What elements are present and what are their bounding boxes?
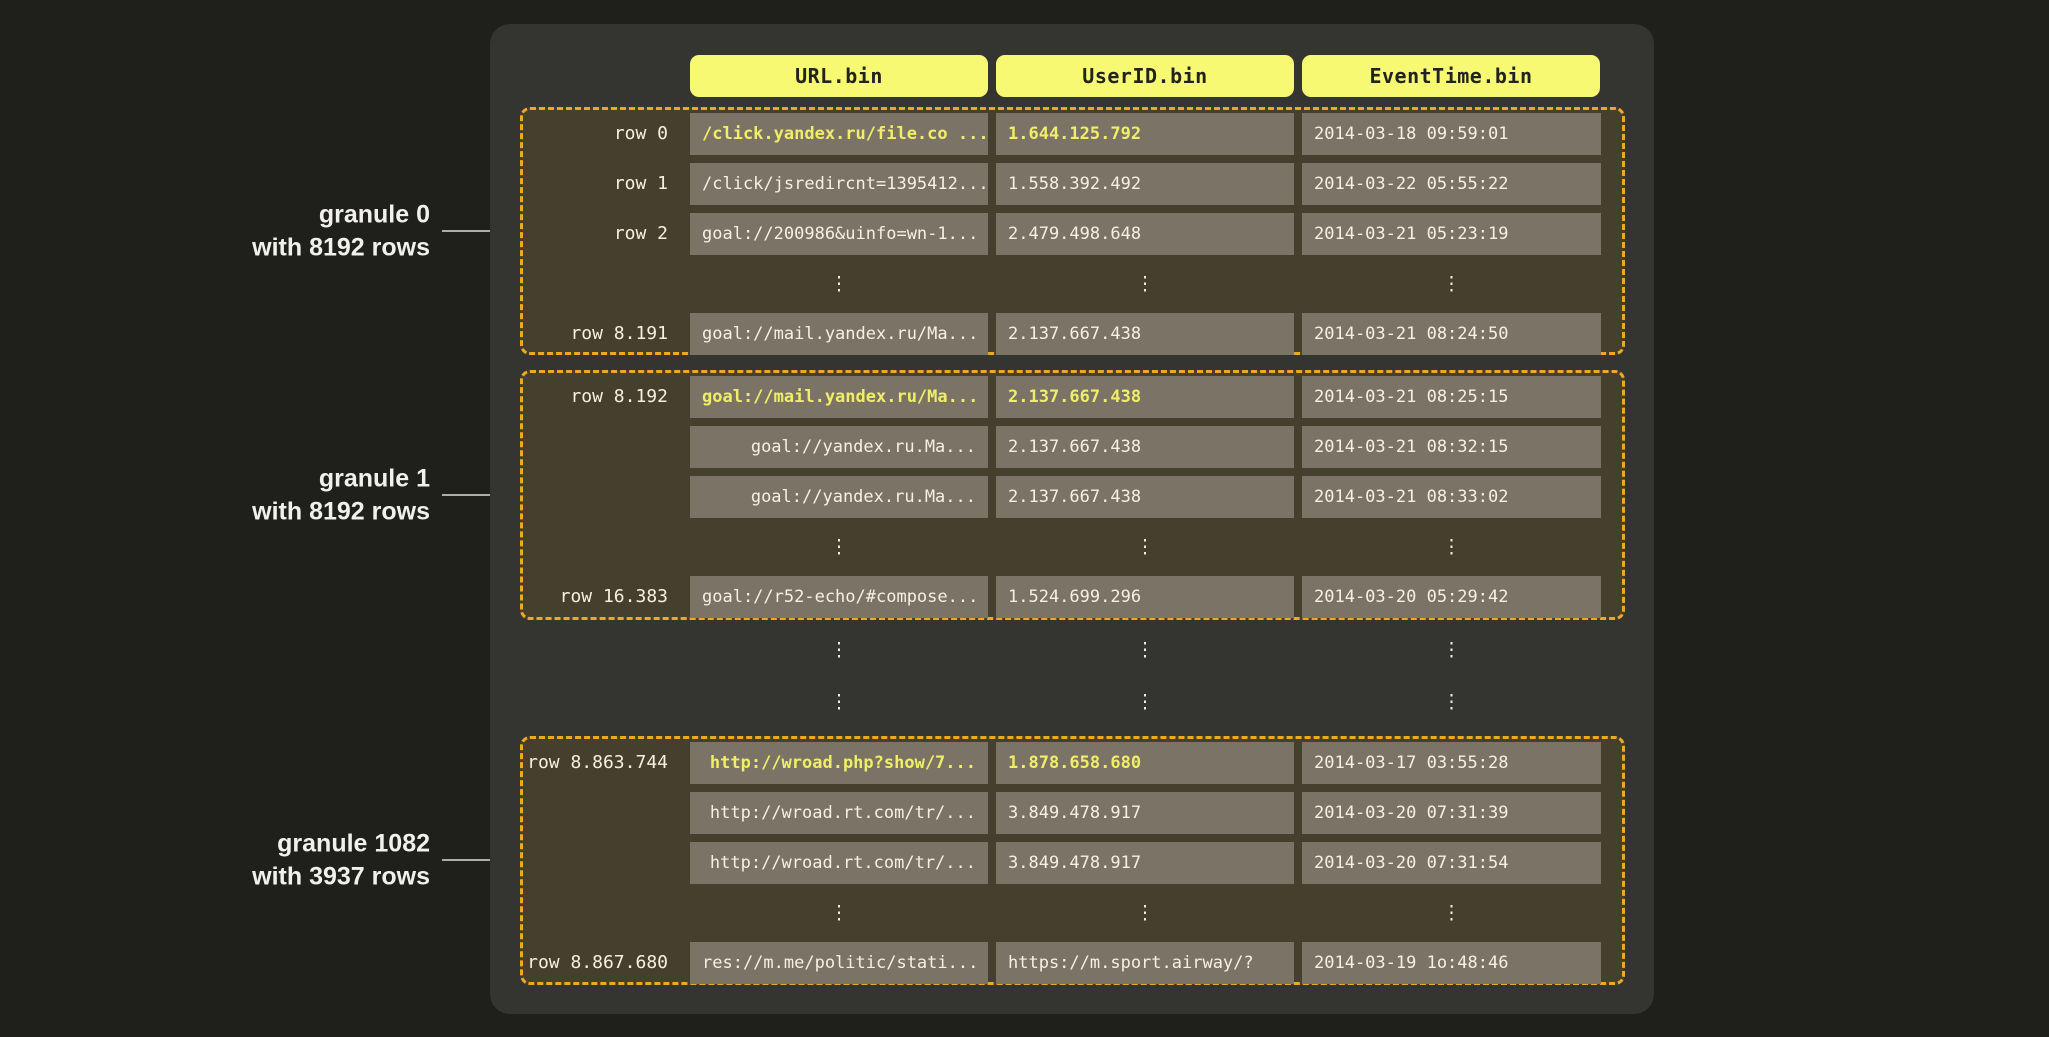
eventtime-cell: 2014-03-19 1o:48:46 [1302, 942, 1601, 984]
eventtime-cell: 2014-03-22 05:55:22 [1302, 163, 1601, 205]
ellipsis-icon: ⋮ [996, 526, 1294, 568]
eventtime-cell: 2014-03-20 07:31:54 [1302, 842, 1601, 884]
ellipsis-icon: ⋮ [690, 681, 988, 723]
userid-cell: 1.558.392.492 [996, 163, 1294, 205]
userid-cell: 2.137.667.438 [996, 426, 1294, 468]
granule-0-annotation: granule 0 with 8192 rows [100, 199, 430, 264]
ellipsis-icon: ⋮ [690, 892, 988, 934]
userid-cell: 1.644.125.792 [996, 113, 1294, 155]
row-label: row 0 [523, 113, 682, 155]
eventtime-cell: 2014-03-20 07:31:39 [1302, 792, 1601, 834]
table-row: row 8.863.744 http://wroad.php?show/7...… [523, 742, 1622, 784]
ellipsis-icon: ⋮ [1302, 263, 1601, 305]
userid-cell: 2.137.667.438 [996, 376, 1294, 418]
table-row: row 8.191 goal://mail.yandex.ru/Ma... 2.… [523, 313, 1622, 355]
column-header-userid: UserID.bin [996, 55, 1294, 97]
row-label: row 1 [523, 163, 682, 205]
userid-cell: 3.849.478.917 [996, 842, 1294, 884]
ellipsis-icon: ⋮ [996, 892, 1294, 934]
userid-cell: 2.137.667.438 [996, 476, 1294, 518]
url-cell: goal://200986&uinfo=wn-1... [690, 213, 988, 255]
eventtime-cell: 2014-03-21 05:23:19 [1302, 213, 1601, 255]
userid-cell: 2.137.667.438 [996, 313, 1294, 355]
gap-ellipsis-row: ⋮ ⋮ ⋮ [523, 629, 1622, 671]
row-label: row 8.867.680 [523, 942, 682, 984]
table-panel: URL.bin UserID.bin EventTime.bin row 0 /… [490, 24, 1654, 1014]
url-cell: goal://yandex.ru.Ma... [690, 426, 988, 468]
table-row: row 2 goal://200986&uinfo=wn-1... 2.479.… [523, 213, 1622, 255]
granule-1082-subtitle: with 3937 rows [100, 860, 430, 893]
granule-1-title: granule 1 [100, 463, 430, 496]
granule-0-title: granule 0 [100, 199, 430, 232]
eventtime-cell: 2014-03-20 05:29:42 [1302, 576, 1601, 618]
ellipsis-icon: ⋮ [690, 629, 988, 671]
table-row: row 16.383 goal://r52-echo/#compose... 1… [523, 576, 1622, 618]
table-row: row 1 /click/jsredircnt=1395412... 1.558… [523, 163, 1622, 205]
eventtime-cell: 2014-03-18 09:59:01 [1302, 113, 1601, 155]
userid-cell: 1.878.658.680 [996, 742, 1294, 784]
ellipsis-icon: ⋮ [1302, 681, 1601, 723]
table-row: row 0 /click.yandex.ru/file.co ... 1.644… [523, 113, 1622, 155]
table-row: http://wroad.rt.com/tr/... 3.849.478.917… [523, 792, 1622, 834]
url-cell: http://wroad.php?show/7... [690, 742, 988, 784]
url-cell: /click/jsredircnt=1395412... [690, 163, 988, 205]
ellipsis-icon: ⋮ [1302, 526, 1601, 568]
url-cell: goal://mail.yandex.ru/Ma... [690, 313, 988, 355]
ellipsis-icon: ⋮ [1302, 892, 1601, 934]
column-header-url: URL.bin [690, 55, 988, 97]
row-label: row 2 [523, 213, 682, 255]
ellipsis-icon: ⋮ [996, 263, 1294, 305]
granule-1082-box: row 8.863.744 http://wroad.php?show/7...… [520, 736, 1625, 985]
row-label: row 8.192 [523, 376, 682, 418]
userid-cell: https://m.sport.airway/? [996, 942, 1294, 984]
eventtime-cell: 2014-03-21 08:33:02 [1302, 476, 1601, 518]
ellipsis-icon: ⋮ [690, 526, 988, 568]
column-header-eventtime: EventTime.bin [1302, 55, 1600, 97]
ellipsis-row: ⋮ ⋮ ⋮ [523, 526, 1622, 568]
ellipsis-icon: ⋮ [996, 681, 1294, 723]
url-cell: /click.yandex.ru/file.co ... [690, 113, 988, 155]
ellipsis-row: ⋮ ⋮ ⋮ [523, 263, 1622, 305]
url-cell: goal://r52-echo/#compose... [690, 576, 988, 618]
granule-1-annotation: granule 1 with 8192 rows [100, 463, 430, 528]
url-cell: http://wroad.rt.com/tr/... [690, 842, 988, 884]
table-row: goal://yandex.ru.Ma... 2.137.667.438 201… [523, 426, 1622, 468]
row-label: row 8.863.744 [523, 742, 682, 784]
eventtime-cell: 2014-03-21 08:32:15 [1302, 426, 1601, 468]
eventtime-cell: 2014-03-21 08:25:15 [1302, 376, 1601, 418]
row-label: row 16.383 [523, 576, 682, 618]
url-cell: http://wroad.rt.com/tr/... [690, 792, 988, 834]
url-cell: goal://yandex.ru.Ma... [690, 476, 988, 518]
userid-cell: 2.479.498.648 [996, 213, 1294, 255]
table-row: row 8.867.680 res://m.me/politic/stati..… [523, 942, 1622, 984]
ellipsis-row: ⋮ ⋮ ⋮ [523, 892, 1622, 934]
granule-1082-title: granule 1082 [100, 828, 430, 861]
granule-1-subtitle: with 8192 rows [100, 495, 430, 528]
eventtime-cell: 2014-03-21 08:24:50 [1302, 313, 1601, 355]
userid-cell: 1.524.699.296 [996, 576, 1294, 618]
granule-1-box: row 8.192 goal://mail.yandex.ru/Ma... 2.… [520, 370, 1625, 620]
granule-1082-annotation: granule 1082 with 3937 rows [100, 828, 430, 893]
column-headers: URL.bin UserID.bin EventTime.bin [690, 55, 1600, 97]
ellipsis-icon: ⋮ [690, 263, 988, 305]
row-label: row 8.191 [523, 313, 682, 355]
table-row: goal://yandex.ru.Ma... 2.137.667.438 201… [523, 476, 1622, 518]
userid-cell: 3.849.478.917 [996, 792, 1294, 834]
url-cell: res://m.me/politic/stati... [690, 942, 988, 984]
eventtime-cell: 2014-03-17 03:55:28 [1302, 742, 1601, 784]
ellipsis-icon: ⋮ [996, 629, 1294, 671]
url-cell: goal://mail.yandex.ru/Ma... [690, 376, 988, 418]
granule-0-box: row 0 /click.yandex.ru/file.co ... 1.644… [520, 107, 1625, 355]
ellipsis-icon: ⋮ [1302, 629, 1601, 671]
table-row: http://wroad.rt.com/tr/... 3.849.478.917… [523, 842, 1622, 884]
table-row: row 8.192 goal://mail.yandex.ru/Ma... 2.… [523, 376, 1622, 418]
granule-0-subtitle: with 8192 rows [100, 231, 430, 264]
gap-ellipsis-row: ⋮ ⋮ ⋮ [523, 681, 1622, 723]
